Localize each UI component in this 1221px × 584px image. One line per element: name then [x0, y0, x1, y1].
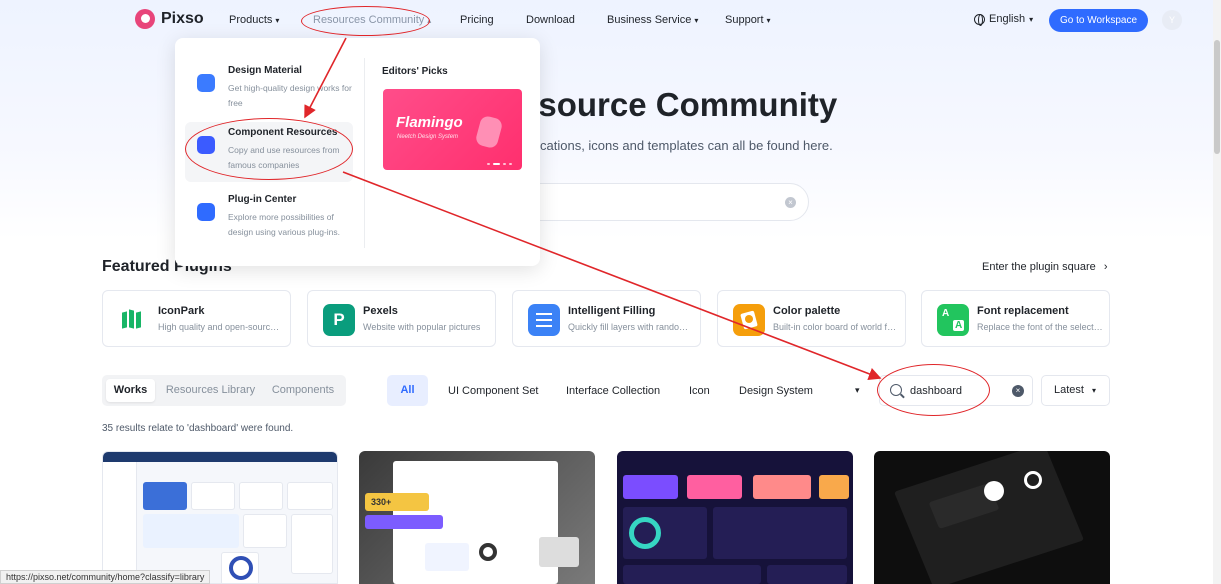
scrollbar-thumb[interactable]: [1214, 40, 1220, 154]
annotation-arrow: [304, 37, 347, 119]
status-bar-url: https://pixso.net/community/home?classif…: [0, 570, 211, 584]
annotation-arrows: [304, 37, 882, 380]
annotation-arrow: [342, 171, 882, 380]
